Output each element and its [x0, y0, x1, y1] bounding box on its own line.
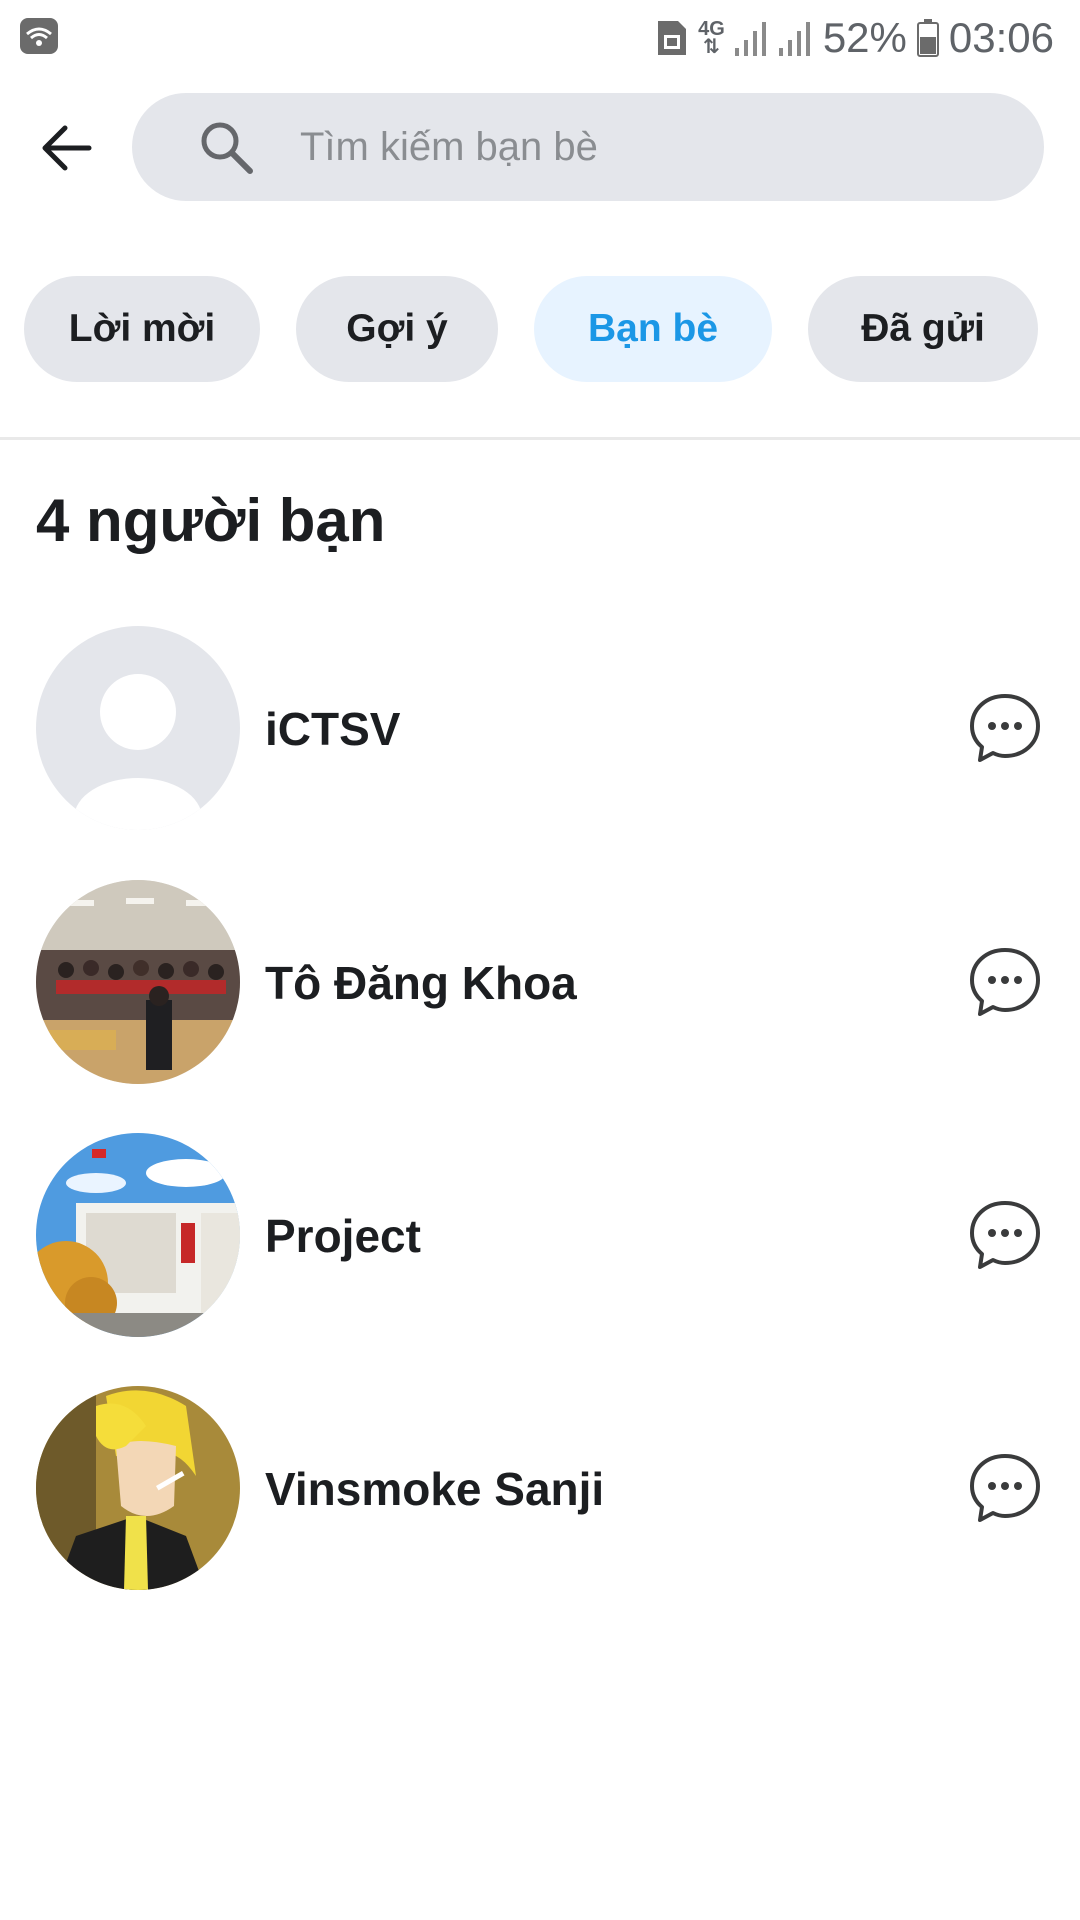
friend-name: Vinsmoke Sanji: [265, 1463, 605, 1515]
building-photo-avatar: [36, 1133, 240, 1337]
message-icon[interactable]: [968, 946, 1042, 1020]
arrow-left-icon: [42, 125, 92, 171]
default-avatar: [36, 626, 240, 830]
friend-name: iCTSV: [265, 703, 401, 755]
tab-suggestions[interactable]: Gợi ý: [296, 276, 498, 382]
friend-row[interactable]: Project: [0, 1133, 1080, 1339]
search-icon: [201, 122, 253, 174]
sim-icon: [658, 21, 687, 55]
friend-row[interactable]: iCTSV: [0, 626, 1080, 832]
message-icon[interactable]: [968, 1199, 1042, 1273]
battery-percent: 52%: [822, 14, 907, 61]
search-bar[interactable]: [132, 93, 1044, 201]
divider: [0, 437, 1080, 440]
clock: 03:06: [948, 14, 1054, 61]
friend-name: Tô Đăng Khoa: [265, 957, 577, 1009]
friend-name: Project: [265, 1210, 421, 1262]
tab-friends[interactable]: Bạn bè: [534, 276, 772, 382]
classroom-photo-avatar: [36, 880, 240, 1084]
friends-count-heading: 4 người bạn: [36, 487, 386, 554]
message-icon[interactable]: [968, 692, 1042, 766]
friend-row[interactable]: Tô Đăng Khoa: [0, 880, 1080, 1086]
message-icon[interactable]: [968, 1452, 1042, 1526]
friend-row[interactable]: Vinsmoke Sanji: [0, 1386, 1080, 1592]
tab-requests[interactable]: Lời mời: [24, 276, 260, 382]
back-button[interactable]: [30, 112, 102, 184]
wifi-icon: [20, 18, 58, 54]
battery-icon: [916, 19, 939, 57]
status-bar: 4G ⇅ 52% 03:06: [0, 0, 1080, 74]
tab-sent[interactable]: Đã gửi: [808, 276, 1038, 382]
network-type: 4G ⇅: [698, 18, 725, 58]
signal-icon: [778, 22, 810, 56]
search-input[interactable]: [298, 123, 1002, 171]
signal-icon: [734, 22, 766, 56]
filter-tabs: Lời mời Gợi ý Bạn bè Đã gửi: [0, 276, 1080, 384]
anime-character-avatar: [36, 1386, 240, 1590]
